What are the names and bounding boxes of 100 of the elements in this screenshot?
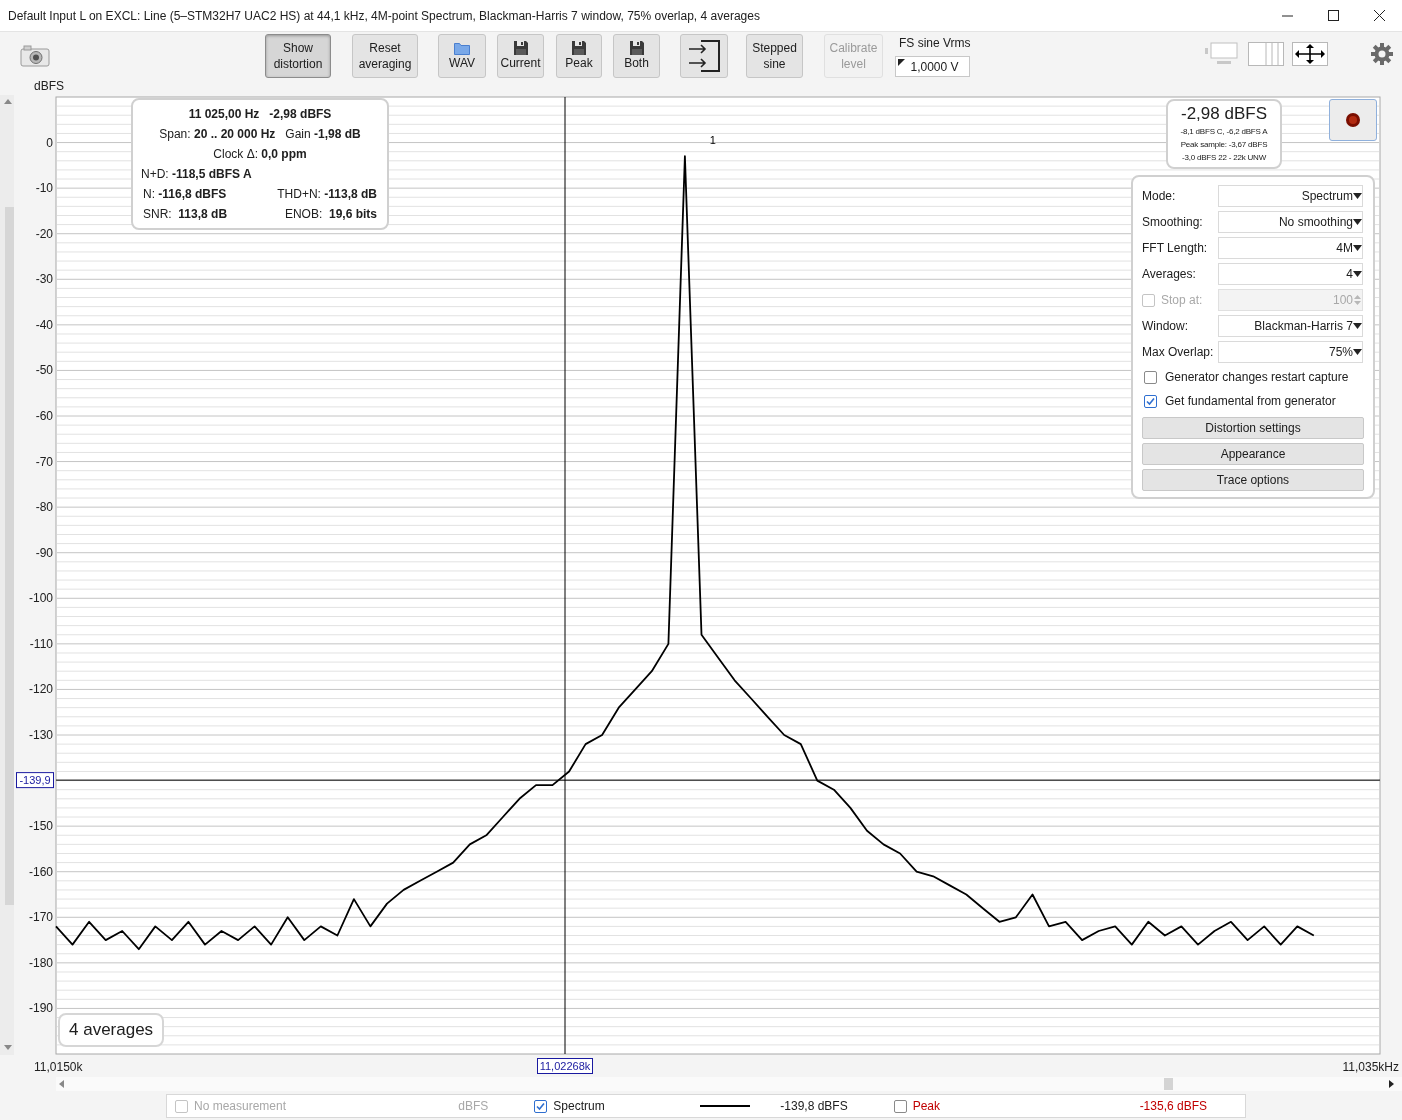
checkbox-label: Generator changes restart capture <box>1165 369 1349 386</box>
scroll-left-icon[interactable] <box>59 1080 64 1088</box>
axis-label: -20 <box>35 226 53 241</box>
legend-label: Peak <box>912 1098 940 1115</box>
record-button[interactable] <box>1329 99 1377 141</box>
measurement-text: Clock Δ: 0,0 ppm <box>213 146 307 163</box>
toolbar-button[interactable]: Peak <box>556 34 602 78</box>
dropdown[interactable]: 4M <box>1218 237 1363 259</box>
measurement-text: SNR: 113,8 dB <box>143 206 228 223</box>
axis-label: -10 <box>35 181 53 196</box>
axis-label: -130 <box>28 728 53 742</box>
dropdown[interactable]: 75% <box>1218 341 1363 363</box>
field-label: Smoothing: <box>1142 214 1203 231</box>
cursor-value-label: -139,9 <box>16 772 54 789</box>
field-label: Mode: <box>1142 188 1176 205</box>
level-detail: -3,0 dBFS 22 - 22k UNW <box>1181 152 1267 164</box>
axis-label: -60 <box>35 409 53 423</box>
close-icon <box>1373 10 1385 21</box>
field-label: Averages: <box>1142 266 1196 283</box>
axis-label: -120 <box>28 682 53 697</box>
camera-icon <box>20 45 50 67</box>
axis-label: -150 <box>28 819 53 834</box>
scroll-up-icon[interactable] <box>4 99 12 104</box>
measurement-text: THD+N: -113,8 dB <box>277 186 377 203</box>
panel-button[interactable]: Appearance <box>1142 443 1364 465</box>
checkbox[interactable] <box>893 1099 907 1113</box>
move-button[interactable] <box>1292 41 1328 67</box>
export-icon <box>687 39 721 73</box>
axis-label: -40 <box>35 317 53 332</box>
measurement-text: 11 025,00 Hz <box>188 106 260 123</box>
record-dot-icon <box>1345 112 1361 128</box>
axis-label: -50 <box>35 363 53 378</box>
scrollbar-thumb[interactable] <box>5 207 14 905</box>
level-reading: -2,98 dBFS <box>1181 103 1267 125</box>
dropdown-caret-icon <box>1353 349 1362 355</box>
peak-marker-label: 1 <box>709 134 716 147</box>
scroll-down-icon[interactable] <box>4 1045 12 1050</box>
toolbar-button[interactable]: Stepped sine <box>746 34 803 78</box>
dropdown[interactable]: Blackman-Harris 7 <box>1218 315 1363 337</box>
dropdown[interactable]: 4 <box>1218 263 1363 285</box>
checkbox[interactable] <box>1144 370 1157 384</box>
axis-label: -170 <box>28 910 53 925</box>
scrollbar-thumb[interactable] <box>1164 1078 1173 1090</box>
averages-badge: 4 averages <box>58 1013 165 1047</box>
checkbox[interactable] <box>534 1099 548 1113</box>
axis-label: -160 <box>28 864 53 879</box>
toolbar-button[interactable]: Current <box>497 34 544 78</box>
legend-label: No measurement <box>194 1098 287 1115</box>
checkbox-label: Get fundamental from generator <box>1165 393 1336 410</box>
axis-label: -180 <box>28 955 53 970</box>
axis-label: -30 <box>35 272 53 287</box>
dropdown-caret-icon <box>1353 271 1362 277</box>
legend-value: -139,8 dBFS <box>780 1098 848 1115</box>
folder-icon <box>454 41 470 55</box>
window-title: Default Input L on EXCL: Line (5–STM32H7 UAC2 HS) at 44,1 kHz, 4M-point Spectrum, Blackman-Harris 7 window, 75% overlap, 4 averages <box>8 7 760 25</box>
level-detail: Peak sample: -3,67 dBFS <box>1180 139 1268 151</box>
columns-button[interactable] <box>1248 41 1284 67</box>
cursor-value-label: 11,02268k <box>537 1058 593 1074</box>
corner-icon <box>898 59 905 66</box>
measurement-text: -2,98 dBFS <box>269 106 332 123</box>
dropdown-caret-icon <box>1353 323 1362 329</box>
legend-label: Spectrum <box>553 1098 605 1115</box>
dropdown-caret-icon <box>1353 193 1362 199</box>
measurement-text: ENOB: 19,6 bits <box>284 206 377 223</box>
axis-label: -90 <box>35 545 53 560</box>
toolbar-button[interactable]: Show distortion <box>265 34 331 78</box>
measurement-text: Gain -1,98 dB <box>285 126 361 143</box>
axis-label: 11,035kHz <box>1342 1060 1399 1074</box>
dropdown-caret-icon <box>1353 219 1362 225</box>
toolbar-button[interactable]: WAV <box>438 34 486 78</box>
panel-button[interactable]: Distortion settings <box>1142 417 1364 439</box>
axis-label: 11,0150k <box>34 1060 83 1074</box>
measurement-text: Span: 20 .. 20 000 Hz <box>159 126 276 143</box>
toolbar-button[interactable]: Both <box>613 34 660 78</box>
field-label: FS sine Vrms <box>899 36 971 50</box>
field-label: Max Overlap: <box>1142 344 1214 361</box>
maximize-icon <box>1327 10 1339 21</box>
panel-button[interactable]: Trace options <box>1142 469 1364 491</box>
dropdown[interactable]: Spectrum <box>1218 185 1363 207</box>
export-button[interactable] <box>680 34 728 78</box>
dropdown[interactable]: No smoothing <box>1218 211 1363 233</box>
legend-value: dBFS <box>458 1098 489 1115</box>
axis-label: -190 <box>28 1001 53 1016</box>
axis-label: -80 <box>35 500 53 515</box>
measurement-text: N+D: -118,5 dBFS A <box>141 166 252 183</box>
axis-label: 0 <box>46 135 53 150</box>
legend-value: -135,6 dBFS <box>1139 1098 1207 1115</box>
field-label: Stop at: <box>1161 292 1203 309</box>
field-label: Window: <box>1142 318 1188 335</box>
checkbox[interactable] <box>1144 394 1157 408</box>
axis-label: -110 <box>29 636 53 651</box>
axis-label: -70 <box>35 454 53 469</box>
cursor-line[interactable] <box>55 779 1381 781</box>
axis-label: -100 <box>28 591 53 606</box>
dropdown-caret-icon <box>1353 245 1362 251</box>
toolbar-button[interactable]: Reset averaging <box>352 34 418 78</box>
scroll-right-icon[interactable] <box>1389 1080 1394 1088</box>
field-label: FFT Length: <box>1142 240 1208 257</box>
axis-title: dBFS <box>34 79 64 93</box>
voltage-field[interactable]: 1,0000 V <box>895 56 970 77</box>
